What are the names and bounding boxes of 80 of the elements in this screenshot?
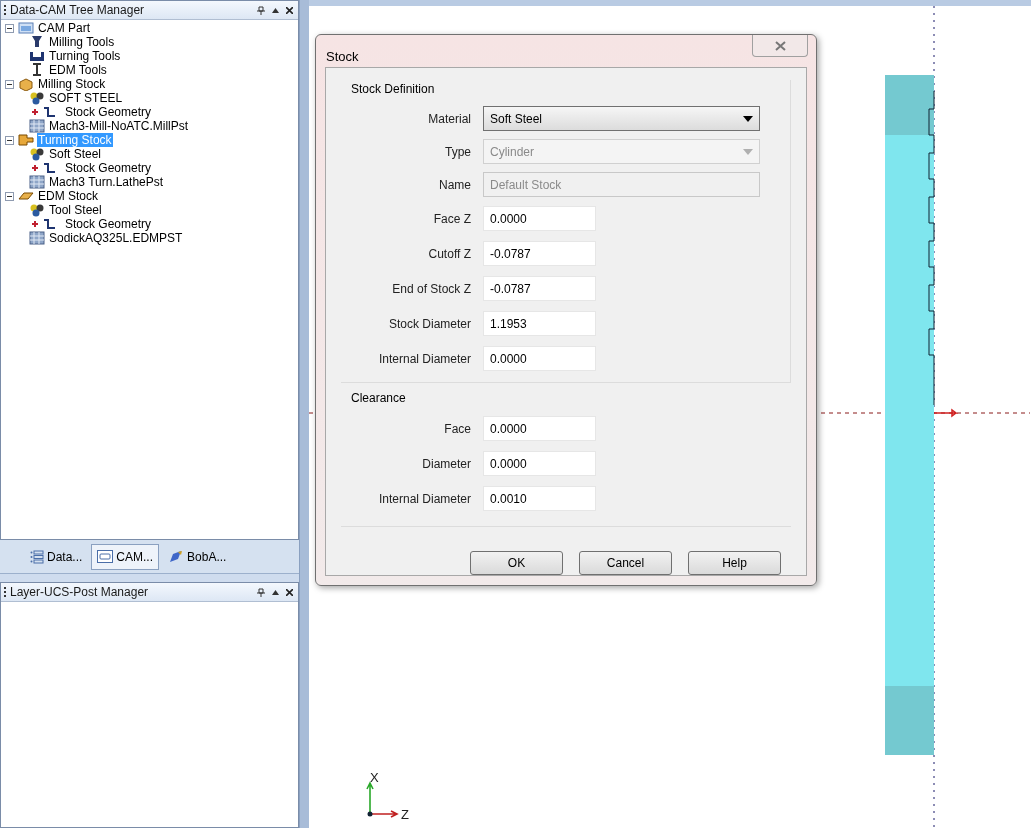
- collapse-icon[interactable]: [5, 23, 14, 33]
- dialog-button[interactable]: Help: [688, 551, 781, 575]
- tree-item[interactable]: Soft Steel: [48, 147, 103, 161]
- panel-title: Data-CAM Tree Manager: [10, 2, 146, 19]
- grip-icon[interactable]: [3, 587, 7, 597]
- field-label: Face Z: [432, 210, 472, 228]
- dialog-title: Stock: [325, 48, 359, 66]
- dialog-button[interactable]: OK: [470, 551, 563, 575]
- axis-triad-drawing: [366, 781, 399, 818]
- panel-tab[interactable]: BobA...: [162, 543, 233, 570]
- tree-item[interactable]: EDM Stock: [37, 189, 99, 203]
- grid-icon: [29, 231, 45, 245]
- window-icon: [18, 21, 34, 35]
- window-icon: [97, 550, 114, 563]
- field-label: Cutoff Z: [427, 245, 472, 263]
- pencil-icon: [168, 549, 185, 564]
- axis-label: X: [370, 770, 379, 785]
- material-icon: [29, 147, 45, 161]
- panel-title: Layer-UCS-Post Manager: [10, 584, 150, 601]
- number-field[interactable]: -0.0787: [483, 276, 596, 301]
- grip-icon[interactable]: [3, 5, 7, 15]
- tree-item[interactable]: Mach3 Turn.LathePst: [48, 175, 165, 189]
- collapse-icon[interactable]: [5, 191, 14, 201]
- caret-icon[interactable]: [272, 7, 279, 13]
- close-icon[interactable]: [286, 588, 293, 596]
- field-label: Stock Diameter: [387, 315, 472, 333]
- tree-item[interactable]: Stock Geometry: [64, 105, 153, 119]
- dropdown-arrow-icon: [743, 115, 753, 122]
- group-title: Stock Definition: [350, 81, 436, 98]
- pin-icon[interactable]: [257, 5, 265, 15]
- field-label: Material: [427, 110, 472, 128]
- panel-tab[interactable]: CAM...: [91, 543, 160, 570]
- material-icon: [29, 203, 45, 217]
- material-icon: [29, 91, 45, 105]
- tree-item[interactable]: CAM Part: [37, 21, 91, 35]
- number-field[interactable]: 0.0000: [483, 451, 596, 476]
- collapse-icon[interactable]: [5, 79, 14, 89]
- field-label: Face: [443, 420, 472, 438]
- tree-item[interactable]: EDM Tools: [48, 63, 108, 77]
- axis-label: Z: [401, 807, 409, 822]
- tree-item[interactable]: Mach3-Mill-NoATC.MillPst: [48, 119, 190, 133]
- dialog-button[interactable]: Cancel: [579, 551, 672, 575]
- group-title: Clearance: [350, 390, 407, 407]
- tree-item[interactable]: SOFT STEEL: [48, 91, 124, 105]
- tree-item[interactable]: Milling Tools: [48, 35, 116, 49]
- field-label: End of Stock Z: [391, 280, 472, 298]
- grid-icon: [29, 119, 45, 133]
- field-label: Type: [444, 143, 472, 161]
- field-label: Name: [438, 176, 472, 194]
- number-field[interactable]: 0.0000: [483, 206, 596, 231]
- number-field[interactable]: -0.0787: [483, 241, 596, 266]
- close-icon[interactable]: [286, 6, 293, 14]
- tree-item[interactable]: Milling Stock: [37, 77, 107, 91]
- tree-item[interactable]: Turning Tools: [48, 49, 122, 63]
- close-button[interactable]: [752, 35, 808, 57]
- list-icon: [30, 549, 44, 564]
- end-mill-icon: [29, 35, 45, 49]
- tree-item[interactable]: Stock Geometry: [64, 217, 153, 231]
- caret-icon[interactable]: [272, 589, 279, 595]
- field-label: Internal Diameter: [377, 490, 472, 508]
- field-label: Internal Diameter: [377, 350, 472, 368]
- lathe-tool-icon: [29, 49, 45, 63]
- number-field[interactable]: 1.1953: [483, 311, 596, 336]
- plate-icon: [18, 189, 34, 203]
- number-field[interactable]: 0.0010: [483, 486, 596, 511]
- cylinder-icon: [18, 133, 34, 147]
- close-icon: [774, 40, 786, 51]
- tree-item[interactable]: SodickAQ325L.EDMPST: [48, 231, 184, 245]
- grid-icon: [29, 175, 45, 189]
- tree-item[interactable]: Stock Geometry: [64, 161, 153, 175]
- panel-tab[interactable]: Data...: [24, 543, 89, 570]
- tree-item[interactable]: Tool Steel: [48, 203, 103, 217]
- field-label: Diameter: [421, 455, 472, 473]
- dropdown[interactable]: Soft Steel: [483, 106, 760, 131]
- pin-icon[interactable]: [257, 587, 265, 597]
- number-field[interactable]: 0.0000: [483, 416, 596, 441]
- number-field[interactable]: 0.0000: [483, 346, 596, 371]
- box-icon: [18, 77, 34, 91]
- collapse-icon[interactable]: [5, 135, 14, 145]
- dropdown-arrow-icon: [743, 148, 753, 155]
